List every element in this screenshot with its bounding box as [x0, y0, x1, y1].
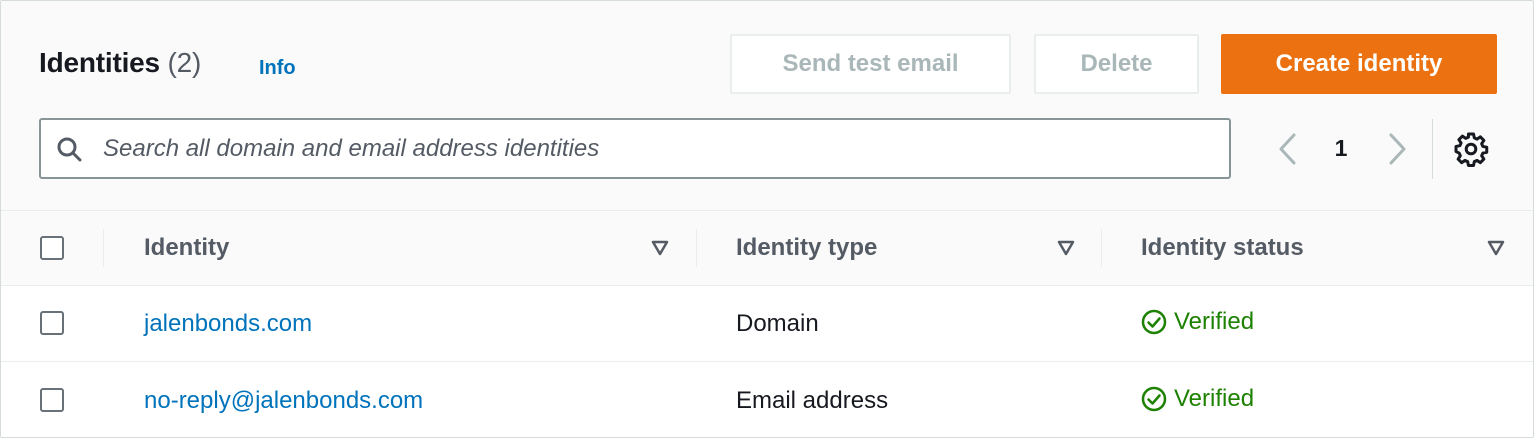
identity-type: Domain [736, 310, 819, 337]
page-title: Identities (2) [39, 47, 201, 79]
info-link[interactable]: Info [259, 57, 296, 80]
delete-button[interactable]: Delete [1034, 34, 1199, 94]
column-header-identity-type[interactable]: Identity type [736, 234, 877, 262]
sort-caret-icon[interactable] [1057, 240, 1075, 256]
table-column-headers: Identity Identity type Identity status [1, 211, 1533, 286]
identities-table-container: Identities (2) Info Send test email Dele… [0, 0, 1534, 438]
table-header-section: Identities (2) Info Send test email Dele… [1, 1, 1533, 211]
select-all-checkbox[interactable] [40, 236, 64, 260]
search-icon [57, 137, 82, 162]
column-separator [1101, 229, 1102, 267]
table-row[interactable]: jalenbonds.com Domain Verified [1, 286, 1533, 361]
pagination-divider [1432, 119, 1433, 179]
check-circle-icon [1141, 386, 1167, 412]
sort-caret-icon[interactable] [651, 240, 669, 256]
sort-caret-icon[interactable] [1487, 240, 1505, 256]
column-header-identity[interactable]: Identity [144, 234, 229, 262]
send-test-email-button[interactable]: Send test email [730, 34, 1011, 94]
create-identity-button[interactable]: Create identity [1221, 34, 1497, 94]
row-checkbox[interactable] [40, 388, 64, 412]
identity-count: (2) [167, 47, 202, 78]
gear-icon[interactable] [1453, 131, 1489, 167]
current-page-number[interactable]: 1 [1323, 132, 1359, 164]
status-badge: Verified [1141, 308, 1254, 336]
status-label: Verified [1174, 308, 1255, 335]
chevron-right-icon[interactable] [1382, 131, 1412, 167]
title-text: Identities [39, 47, 160, 78]
chevron-left-icon[interactable] [1273, 131, 1303, 167]
search-input[interactable] [101, 130, 1215, 168]
identity-type: Email address [736, 387, 889, 414]
identity-link[interactable]: no-reply@jalenbonds.com [144, 387, 423, 415]
identity-link[interactable]: jalenbonds.com [144, 310, 312, 338]
status-label: Verified [1174, 385, 1255, 412]
status-badge: Verified [1141, 385, 1254, 413]
column-separator [103, 229, 104, 267]
column-header-identity-status[interactable]: Identity status [1141, 234, 1304, 262]
row-checkbox[interactable] [40, 311, 64, 335]
search-box[interactable] [39, 118, 1231, 179]
table-row[interactable]: no-reply@jalenbonds.com Email address Ve… [1, 361, 1533, 437]
column-separator [696, 229, 697, 267]
check-circle-icon [1141, 309, 1167, 335]
